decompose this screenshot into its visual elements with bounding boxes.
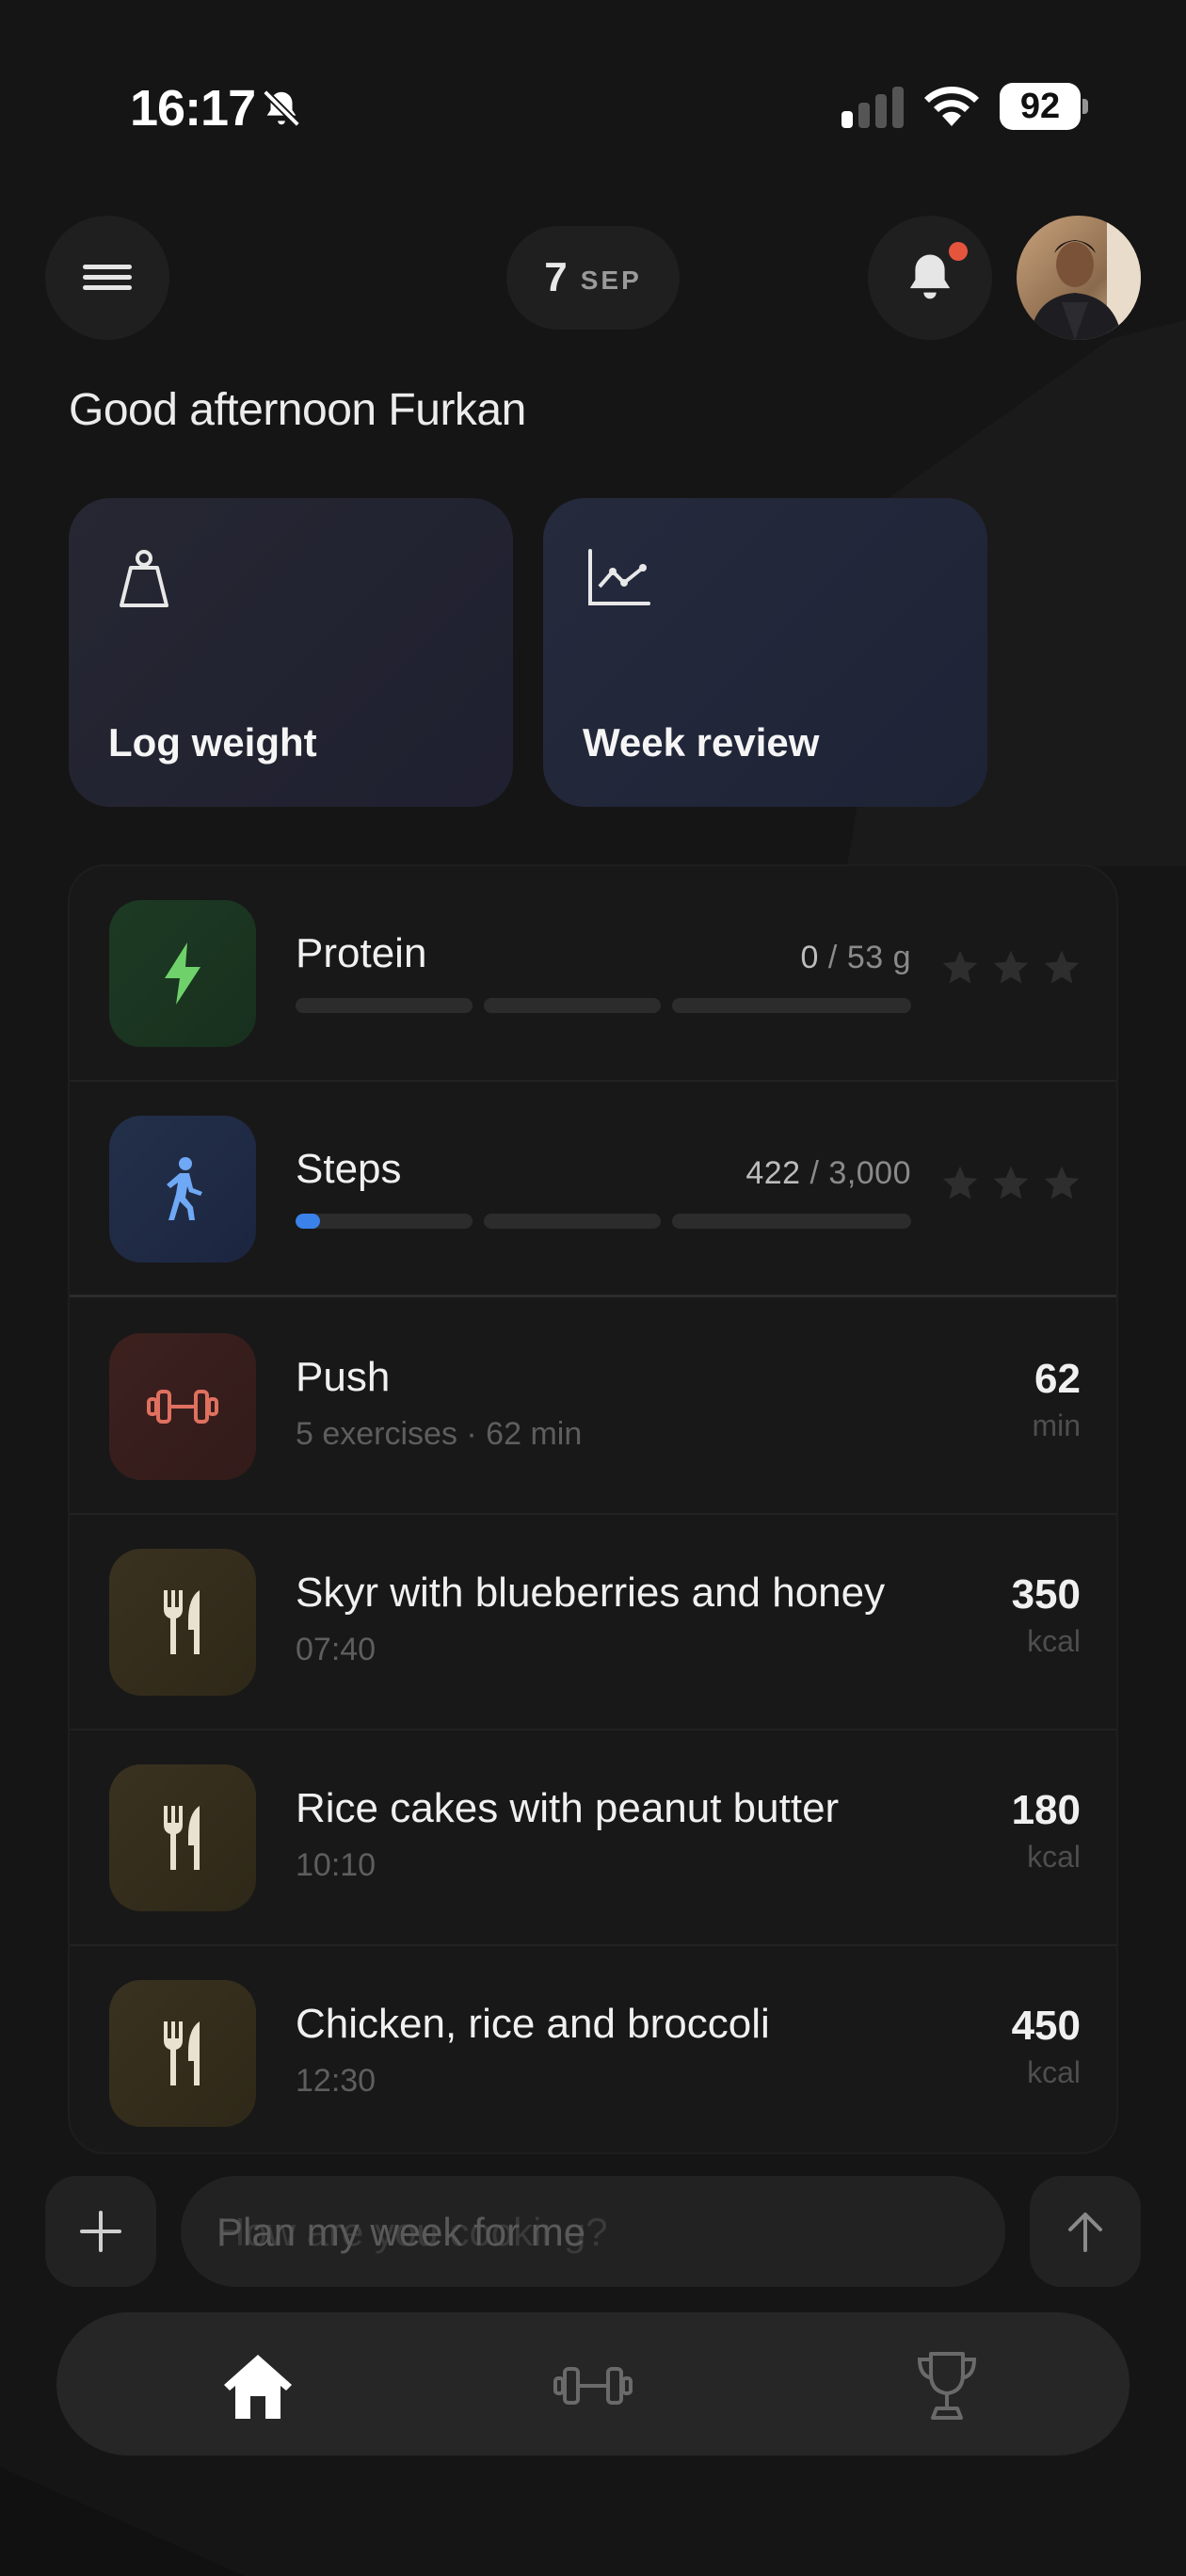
star-icon [1044, 950, 1080, 984]
star-icon [993, 950, 1029, 984]
dumbbell-icon [553, 2367, 633, 2405]
goal-stars [939, 947, 1086, 994]
entry-time: 12:30 [296, 2063, 377, 2099]
workout-row-push[interactable]: Push 5 exercises · 62 min 62 min [70, 1299, 1116, 1515]
progress-segment [484, 998, 661, 1013]
entry-unit: kcal [1027, 2055, 1081, 2089]
cellular-signal-icon [841, 87, 904, 128]
entry-title: Rice cakes with peanut butter [296, 1785, 840, 1831]
progress-segment [296, 1214, 473, 1229]
trophy-icon [917, 2352, 977, 2420]
avatar[interactable] [1017, 216, 1141, 340]
goal-row-steps[interactable]: Steps 422 / 3,000 [70, 1082, 1116, 1297]
home-icon [224, 2355, 292, 2419]
entry-title: Push [296, 1354, 391, 1400]
goal-progress-text: 0 / 53 g [800, 940, 911, 975]
meal-row[interactable]: Skyr with blueberries and honey 07:40 35… [70, 1515, 1116, 1731]
wifi-icon [924, 86, 979, 126]
entry-calories: 180 [1011, 1787, 1081, 1833]
progress-fill [296, 1214, 320, 1229]
entry-calories: 450 [1011, 2003, 1081, 2049]
week-review-card[interactable]: Week review [543, 498, 987, 807]
entry-time: 10:10 [296, 1847, 377, 1883]
walking-person-icon [167, 1157, 202, 1220]
arrow-up-icon [1068, 2213, 1102, 2252]
entry-unit: kcal [1027, 1840, 1081, 1874]
line-chart-icon [588, 549, 650, 605]
goal-stars [939, 1163, 1086, 1210]
send-button[interactable] [1030, 2176, 1141, 2287]
goal-row-protein[interactable]: Protein 0 / 53 g [70, 866, 1116, 1082]
progress-segment [672, 1214, 911, 1229]
goal-progress-bars [296, 1214, 911, 1231]
bell-icon [909, 254, 951, 299]
status-time: 16:17 [130, 80, 256, 137]
date-selector[interactable]: 7 SEP [506, 226, 680, 330]
progress-segment [296, 998, 473, 1013]
battery-icon: 92 [1000, 83, 1088, 130]
bell-slash-icon [263, 89, 300, 127]
notification-badge [949, 242, 968, 261]
goal-progress-text: 422 / 3,000 [745, 1155, 911, 1191]
menu-button[interactable] [45, 216, 169, 340]
date-day: 7 [544, 254, 568, 300]
greeting-text: Good afternoon Furkan [69, 385, 526, 435]
fork-knife-icon [164, 1806, 200, 1870]
entry-unit: min [1032, 1409, 1081, 1442]
tab-home[interactable] [213, 2346, 303, 2425]
meal-row[interactable]: Rice cakes with peanut butter 10:10 180 … [70, 1731, 1116, 1946]
tab-achievements[interactable] [902, 2346, 992, 2425]
status-bar: 16:17 92 [0, 0, 1186, 217]
star-icon [942, 1166, 978, 1199]
week-review-label: Week review [583, 720, 820, 765]
steps-tile [109, 1116, 256, 1263]
profile-photo [1017, 216, 1141, 340]
entry-subtitle: 5 exercises · 62 min [296, 1416, 583, 1452]
tab-workouts[interactable] [548, 2346, 638, 2425]
entry-unit: kcal [1027, 1624, 1081, 1658]
entry-time: 07:40 [296, 1632, 377, 1667]
fork-knife-icon [164, 1590, 200, 1654]
prompt-placeholder: Plan my week for me [216, 2210, 586, 2254]
hamburger-menu-icon [83, 265, 132, 290]
daily-log-list: Protein 0 / 53 g Steps 422 / 3,000 Push … [68, 864, 1118, 2154]
entry-calories: 350 [1011, 1571, 1081, 1618]
progress-segment [672, 998, 911, 1013]
entry-title: Chicken, rice and broccoli [296, 2001, 770, 2047]
battery-level: 92 [1019, 87, 1061, 126]
log-weight-card[interactable]: Log weight [69, 498, 513, 807]
add-button[interactable] [45, 2176, 156, 2287]
scale-weight-icon [120, 550, 168, 607]
meal-row[interactable]: Chicken, rice and broccoli 12:30 450 kca… [70, 1946, 1116, 2152]
dumbbell-icon [147, 1390, 218, 1424]
lightning-bolt-icon [165, 942, 200, 1005]
star-icon [1044, 1166, 1080, 1199]
goal-title: Steps [296, 1146, 402, 1192]
goal-title: Protein [296, 930, 427, 976]
assistant-prompt-input[interactable]: How are you cooking? Plan my week for me [181, 2176, 1005, 2287]
meal-tile [109, 1980, 256, 2127]
meal-tile [109, 1549, 256, 1696]
entry-value: 62 [1034, 1356, 1081, 1402]
progress-segment [484, 1214, 661, 1229]
bottom-tab-bar [56, 2312, 1130, 2455]
plus-icon [80, 2211, 121, 2252]
goal-progress-bars [296, 998, 911, 1015]
date-month: SEP [580, 266, 642, 295]
notifications-button[interactable] [868, 216, 992, 340]
fork-knife-icon [164, 2021, 200, 2085]
star-icon [993, 1166, 1029, 1199]
entry-title: Skyr with blueberries and honey [296, 1570, 886, 1616]
protein-tile [109, 900, 256, 1047]
workout-tile [109, 1333, 256, 1480]
log-weight-label: Log weight [108, 720, 317, 765]
star-icon [942, 950, 978, 984]
meal-tile [109, 1764, 256, 1911]
